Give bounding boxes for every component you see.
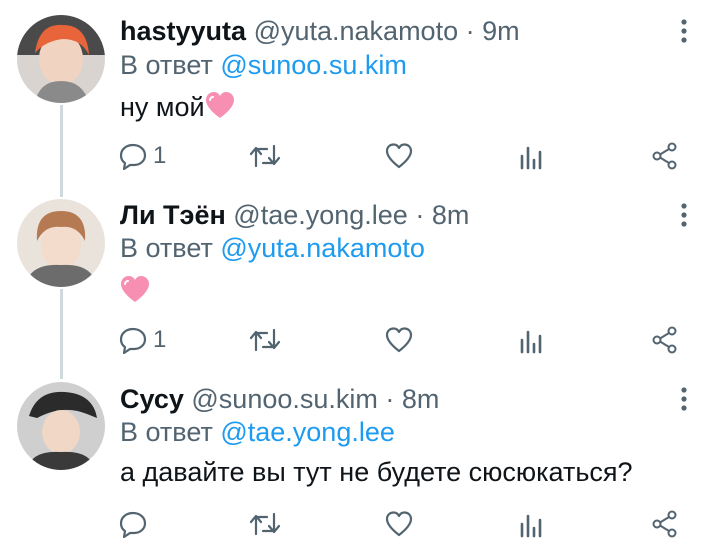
reply-prefix: В ответ: [120, 233, 213, 263]
share-icon: [651, 142, 679, 170]
reply-icon: [119, 142, 147, 170]
share-button[interactable]: [651, 322, 679, 358]
analytics-icon: [519, 142, 545, 170]
avatar[interactable]: [17, 199, 105, 287]
author-name[interactable]: hastyyuta: [120, 16, 246, 46]
reply-mention-link[interactable]: @sunoo.su.kim: [220, 50, 406, 80]
retweet-icon: [249, 142, 281, 170]
separator: ·: [465, 16, 475, 46]
avatar[interactable]: [17, 382, 105, 470]
reply-context: В ответ @tae.yong.lee: [120, 415, 395, 449]
tweet-actions: 1: [0, 322, 720, 358]
more-icon[interactable]: [672, 16, 696, 46]
reply-count: 1: [153, 326, 167, 353]
reply-icon: [119, 510, 147, 538]
tweet-text: [120, 274, 150, 308]
reply-button[interactable]: 1: [119, 138, 166, 174]
like-button[interactable]: [385, 138, 413, 174]
more-icon[interactable]: [672, 200, 696, 230]
share-button[interactable]: [651, 138, 679, 174]
analytics-icon: [519, 510, 545, 538]
reply-button[interactable]: 1: [119, 322, 166, 358]
retweet-button[interactable]: [249, 138, 281, 174]
share-icon: [651, 326, 679, 354]
like-button[interactable]: [385, 506, 413, 542]
retweet-icon: [249, 510, 281, 538]
tweet-header: Сусу @sunoo.su.kim · 8m: [120, 382, 439, 416]
like-icon: [385, 326, 413, 354]
tweet-text: ну мой: [120, 90, 235, 124]
reply-context: В ответ @yuta.nakamoto: [120, 231, 425, 265]
analytics-button[interactable]: [519, 506, 545, 542]
share-button[interactable]: [651, 506, 679, 542]
author-name[interactable]: Ли Тэён: [120, 200, 226, 230]
tweet-actions: [0, 506, 720, 542]
timestamp[interactable]: 9m: [482, 16, 520, 46]
analytics-button[interactable]: [519, 138, 545, 174]
reply-mention-link[interactable]: @yuta.nakamoto: [220, 233, 425, 263]
reply-icon: [119, 326, 147, 354]
tweet-actions: 1: [0, 138, 720, 174]
tweet[interactable]: hastyyuta @yuta.nakamoto · 9m В ответ @s…: [0, 0, 720, 186]
reply-context: В ответ @sunoo.su.kim: [120, 48, 407, 82]
reply-prefix: В ответ: [120, 417, 213, 447]
author-handle[interactable]: @yuta.nakamoto: [254, 16, 459, 46]
like-icon: [385, 510, 413, 538]
author-handle[interactable]: @tae.yong.lee: [233, 200, 408, 230]
retweet-button[interactable]: [249, 506, 281, 542]
tweet[interactable]: Ли Тэён @tae.yong.lee · 8m В ответ @yuta…: [0, 186, 720, 370]
like-icon: [385, 142, 413, 170]
retweet-button[interactable]: [249, 322, 281, 358]
reply-button[interactable]: [119, 506, 153, 542]
more-icon[interactable]: [672, 384, 696, 414]
heart-emoji: [205, 92, 235, 120]
reply-mention-link[interactable]: @tae.yong.lee: [220, 417, 395, 447]
tweet-header: hastyyuta @yuta.nakamoto · 9m: [120, 14, 520, 48]
retweet-icon: [249, 326, 281, 354]
reply-prefix: В ответ: [120, 50, 213, 80]
timestamp[interactable]: 8m: [432, 200, 470, 230]
reply-count: 1: [153, 142, 167, 169]
tweet-text-content: ну мой: [120, 92, 205, 122]
tweet-header: Ли Тэён @tae.yong.lee · 8m: [120, 198, 469, 232]
tweet-text: а давайте вы тут не будете сюсюкаться?: [120, 457, 633, 487]
author-handle[interactable]: @sunoo.su.kim: [191, 384, 377, 414]
separator: ·: [415, 200, 425, 230]
analytics-icon: [519, 326, 545, 354]
like-button[interactable]: [385, 322, 413, 358]
timestamp[interactable]: 8m: [402, 384, 440, 414]
author-name[interactable]: Сусу: [120, 384, 184, 414]
analytics-button[interactable]: [519, 322, 545, 358]
avatar[interactable]: [17, 15, 105, 103]
separator: ·: [385, 384, 395, 414]
heart-emoji: [120, 276, 150, 304]
share-icon: [651, 510, 679, 538]
tweet[interactable]: Сусу @sunoo.su.kim · 8m В ответ @tae.yon…: [0, 370, 720, 556]
